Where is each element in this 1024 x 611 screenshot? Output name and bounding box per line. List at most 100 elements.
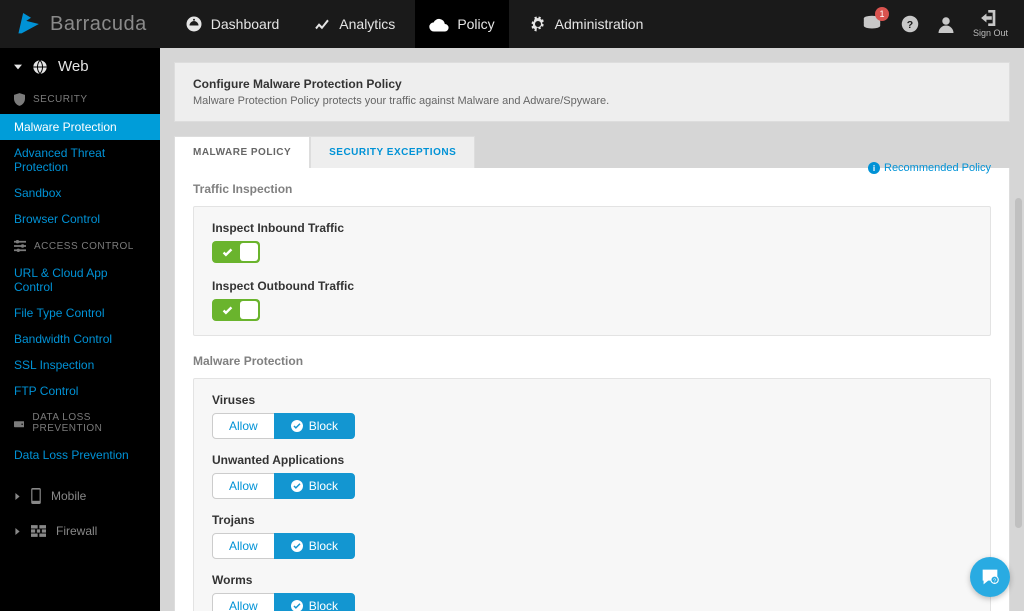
allow-button[interactable]: Allow xyxy=(212,473,275,499)
check-icon xyxy=(214,305,240,316)
toggle-outbound[interactable] xyxy=(212,299,260,321)
label-worms: Worms xyxy=(212,573,972,587)
panel: i Recommended Policy Traffic Inspection … xyxy=(174,168,1010,611)
sideitem-browser-control[interactable]: Browser Control xyxy=(0,206,160,232)
block-button[interactable]: Block xyxy=(274,533,355,559)
check-circle-icon xyxy=(291,540,303,552)
block-button[interactable]: Block xyxy=(274,473,355,499)
sideitem-ssl[interactable]: SSL Inspection xyxy=(0,352,160,378)
administration-icon xyxy=(529,15,547,33)
segmented-worms: Allow Block xyxy=(212,593,355,611)
notifications-button[interactable]: 1 xyxy=(861,13,883,36)
recommended-policy-link[interactable]: i Recommended Policy xyxy=(868,162,991,174)
caret-right-icon xyxy=(14,528,21,535)
topbar: Barracuda Dashboard Analytics Policy Adm… xyxy=(0,0,1024,48)
info-icon: i xyxy=(868,162,880,174)
check-icon xyxy=(214,247,240,258)
shield-icon xyxy=(14,93,25,106)
section-traffic: Inspect Inbound Traffic Inspect Outbound… xyxy=(193,206,991,336)
page-header: Configure Malware Protection Policy Malw… xyxy=(174,62,1010,122)
globe-icon xyxy=(32,59,48,75)
brand-text: Barracuda xyxy=(50,13,147,36)
mobile-icon xyxy=(31,488,41,504)
sidenode-firewall[interactable]: Firewall xyxy=(0,514,160,548)
topbar-right: 1 ? Sign Out xyxy=(855,10,1014,38)
signout-icon xyxy=(981,10,999,26)
sideitem-bandwidth[interactable]: Bandwidth Control xyxy=(0,326,160,352)
section-malware: Viruses Allow Block Unwanted Application… xyxy=(193,378,991,611)
help-fab[interactable]: ? xyxy=(970,557,1010,597)
tab-security-exceptions[interactable]: SECURITY EXCEPTIONS xyxy=(310,136,475,168)
sidenode-label: Web xyxy=(58,58,89,75)
section-malware-title: Malware Protection xyxy=(193,354,991,368)
toggle-knob xyxy=(240,301,258,319)
nav-label: Analytics xyxy=(339,16,395,32)
sidenode-label: Firewall xyxy=(56,524,97,538)
nav-administration[interactable]: Administration xyxy=(515,0,658,48)
allow-button[interactable]: Allow xyxy=(212,413,275,439)
help-icon[interactable]: ? xyxy=(901,15,919,33)
sidenode-web[interactable]: Web xyxy=(0,48,160,85)
sideheader-dlp: DATA LOSS PREVENTION xyxy=(0,404,160,442)
allow-button[interactable]: Allow xyxy=(212,593,275,611)
segmented-viruses: Allow Block xyxy=(212,413,355,439)
label-viruses: Viruses xyxy=(212,393,972,407)
sideitem-advanced-threat[interactable]: Advanced Threat Protection xyxy=(0,140,160,180)
main-content: Configure Malware Protection Policy Malw… xyxy=(160,48,1024,611)
block-button[interactable]: Block xyxy=(274,413,355,439)
topnav: Dashboard Analytics Policy Administratio… xyxy=(171,0,658,48)
signout-button[interactable]: Sign Out xyxy=(973,10,1008,38)
scrollbar[interactable] xyxy=(1015,198,1022,578)
sliders-icon xyxy=(14,240,26,252)
dashboard-icon xyxy=(185,15,203,33)
section-traffic-title: Traffic Inspection xyxy=(193,182,991,196)
nav-label: Policy xyxy=(457,16,494,32)
label-trojans: Trojans xyxy=(212,513,972,527)
sideitem-dlp[interactable]: Data Loss Prevention xyxy=(0,442,160,468)
svg-text:?: ? xyxy=(907,19,913,31)
page-title: Configure Malware Protection Policy xyxy=(193,77,991,91)
caret-right-icon xyxy=(14,493,21,500)
allow-button[interactable]: Allow xyxy=(212,533,275,559)
page-subtitle: Malware Protection Policy protects your … xyxy=(193,95,991,107)
label-inbound: Inspect Inbound Traffic xyxy=(212,221,972,235)
user-icon[interactable] xyxy=(937,15,955,33)
policy-icon xyxy=(429,15,449,33)
toggle-knob xyxy=(240,243,258,261)
brand: Barracuda xyxy=(0,0,165,48)
label-outbound: Inspect Outbound Traffic xyxy=(212,279,972,293)
brand-logo-icon xyxy=(18,13,44,35)
nav-label: Administration xyxy=(555,16,644,32)
check-circle-icon xyxy=(291,420,303,432)
sideheader-security: SECURITY xyxy=(0,85,160,114)
toggle-inbound[interactable] xyxy=(212,241,260,263)
analytics-icon xyxy=(313,15,331,33)
block-button[interactable]: Block xyxy=(274,593,355,611)
nav-policy[interactable]: Policy xyxy=(415,0,508,48)
signout-label: Sign Out xyxy=(973,28,1008,38)
label-unwanted-apps: Unwanted Applications xyxy=(212,453,972,467)
segmented-trojans: Allow Block xyxy=(212,533,355,559)
caret-down-icon xyxy=(14,63,22,71)
sideitem-url-cloud[interactable]: URL & Cloud App Control xyxy=(0,260,160,300)
nav-label: Dashboard xyxy=(211,16,280,32)
sideitem-sandbox[interactable]: Sandbox xyxy=(0,180,160,206)
sidenode-label: Mobile xyxy=(51,489,86,503)
sideitem-malware-protection[interactable]: Malware Protection xyxy=(0,114,160,140)
chat-help-icon: ? xyxy=(979,566,1001,588)
svg-text:?: ? xyxy=(993,579,996,585)
sideitem-file-type[interactable]: File Type Control xyxy=(0,300,160,326)
segmented-unwanted-apps: Allow Block xyxy=(212,473,355,499)
check-circle-icon xyxy=(291,600,303,611)
nav-dashboard[interactable]: Dashboard xyxy=(171,0,294,48)
sideitem-ftp[interactable]: FTP Control xyxy=(0,378,160,404)
sidebar: Web SECURITY Malware Protection Advanced… xyxy=(0,48,160,611)
check-circle-icon xyxy=(291,480,303,492)
sidenode-mobile[interactable]: Mobile xyxy=(0,478,160,514)
tab-malware-policy[interactable]: MALWARE POLICY xyxy=(174,136,310,168)
drive-icon xyxy=(14,418,24,429)
nav-analytics[interactable]: Analytics xyxy=(299,0,409,48)
sideheader-access: ACCESS CONTROL xyxy=(0,232,160,260)
svg-text:i: i xyxy=(873,164,875,173)
badge-count: 1 xyxy=(875,7,889,21)
